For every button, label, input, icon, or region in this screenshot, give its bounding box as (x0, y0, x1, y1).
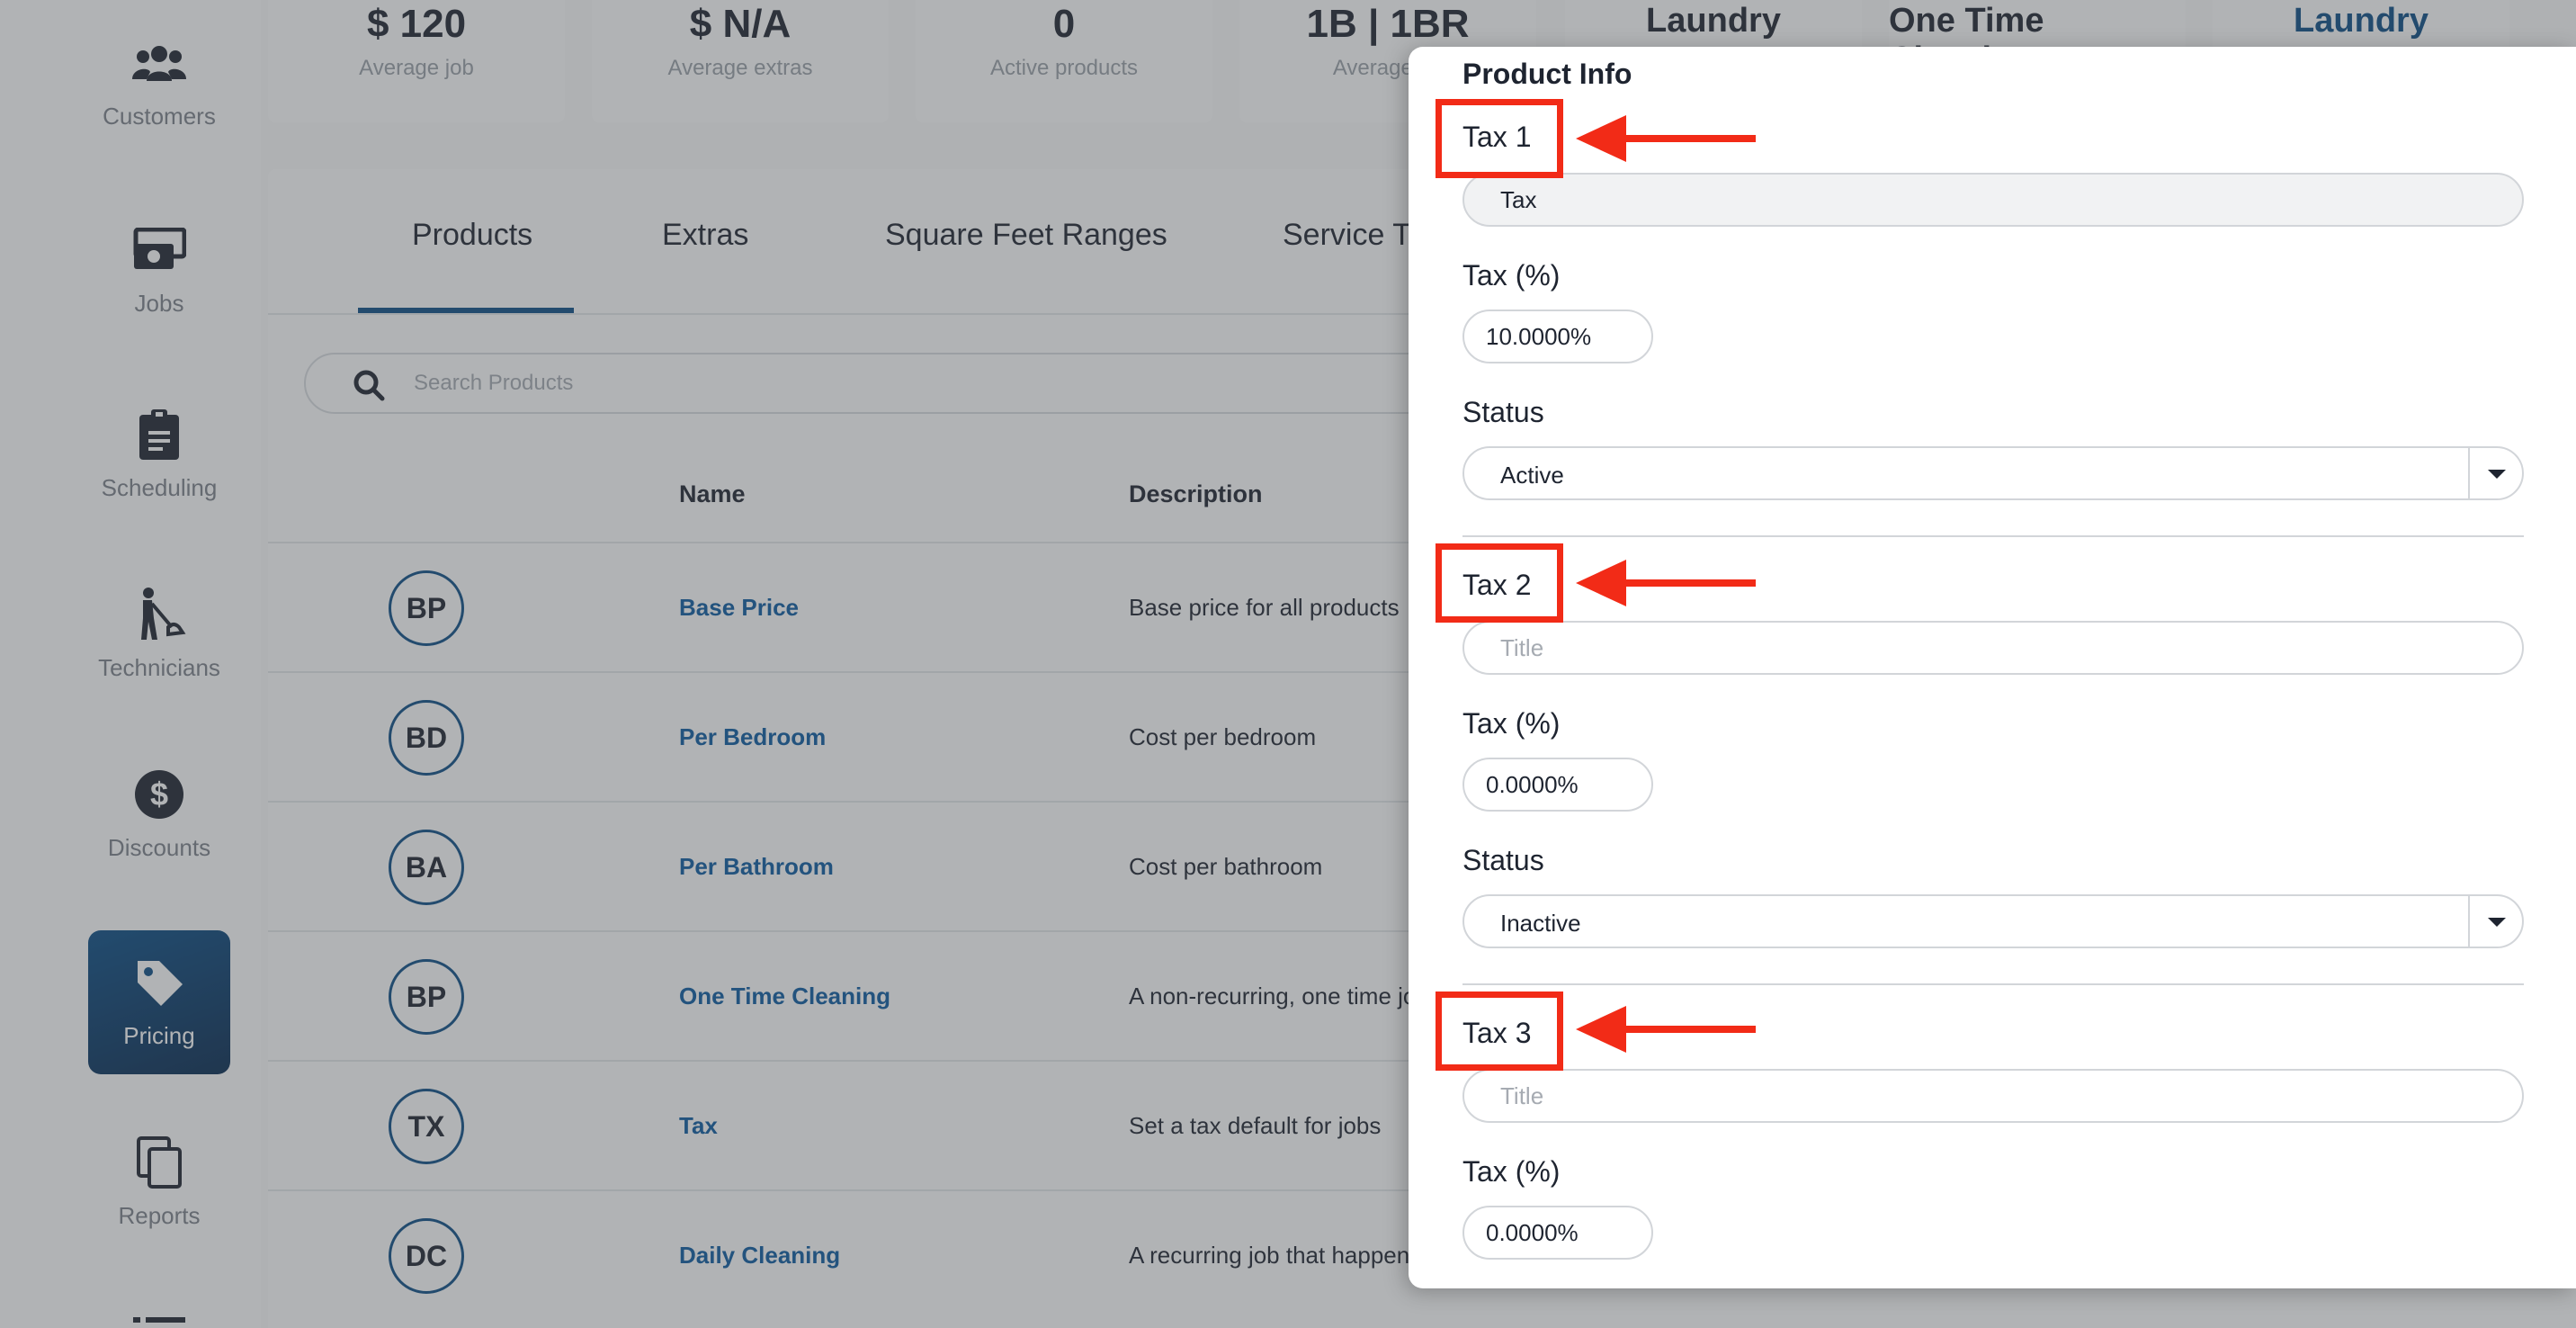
section-divider (1462, 535, 2524, 537)
tax-2-status-label: Status (1462, 844, 1544, 876)
caret-down-icon[interactable] (2484, 462, 2509, 484)
select-divider (2468, 448, 2470, 498)
modal-title: Product Info (1462, 58, 1632, 90)
select-divider (2468, 896, 2470, 947)
tax-2-percent-input[interactable] (1462, 758, 1653, 812)
annotation-arrow-icon (1576, 560, 1756, 606)
select-value: Inactive (1500, 910, 1581, 937)
annotation-box-tax-2 (1436, 543, 1563, 623)
annotation-box-tax-1 (1436, 99, 1563, 178)
caret-down-icon[interactable] (2484, 911, 2509, 932)
tax-3-percent-label: Tax (%) (1462, 1155, 1561, 1188)
product-info-modal: Product Info Tax 1 Tax (%) Status Active… (1409, 47, 2576, 1288)
tax-2-title-input[interactable] (1462, 621, 2524, 675)
tax-1-percent-label: Tax (%) (1462, 259, 1561, 292)
tax-3-percent-input[interactable] (1462, 1206, 1653, 1260)
tax-1-percent-input[interactable] (1462, 310, 1653, 363)
tax-2-status-select[interactable]: Inactive (1462, 894, 2524, 948)
tax-3-title-input[interactable] (1462, 1069, 2524, 1123)
annotation-arrow-icon (1576, 115, 1756, 162)
tax-2-percent-label: Tax (%) (1462, 707, 1561, 740)
annotation-box-tax-3 (1436, 992, 1563, 1071)
tax-1-status-select[interactable]: Active (1462, 446, 2524, 500)
annotation-arrow-icon (1576, 1006, 1756, 1053)
select-value: Active (1500, 462, 1564, 489)
section-divider (1462, 983, 2524, 985)
tax-1-title-input[interactable] (1462, 173, 2524, 227)
tax-1-status-label: Status (1462, 396, 1544, 428)
